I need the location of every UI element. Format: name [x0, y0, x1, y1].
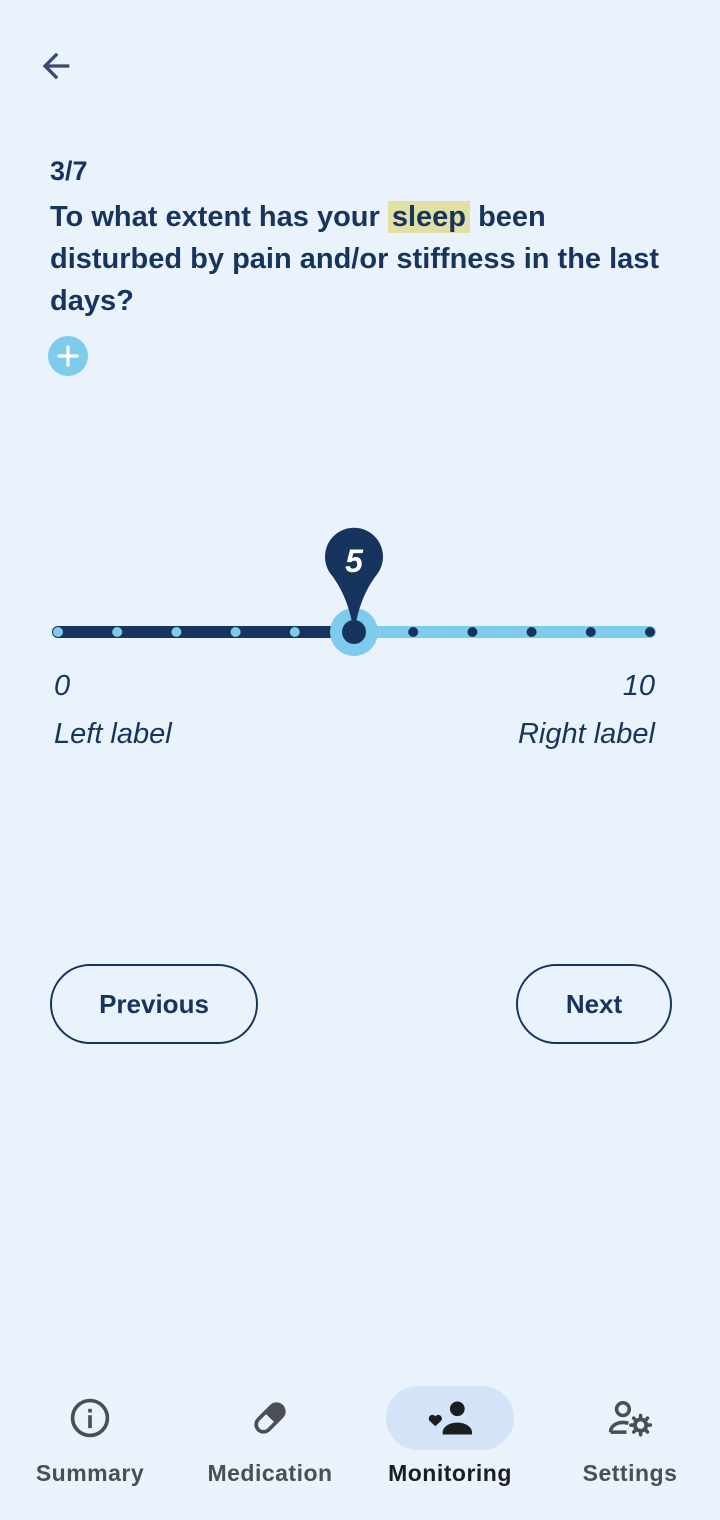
question-text: To what extent has your sleep been distu… [50, 196, 670, 322]
previous-button[interactable]: Previous [50, 964, 258, 1044]
slider-left-label: Left label [54, 718, 172, 750]
slider-step-dot [645, 627, 655, 637]
question-progress: 3/7 [50, 156, 88, 186]
arrow-left-icon [42, 52, 70, 80]
info-circle-icon [70, 1398, 110, 1438]
slider-right-label: Right label [517, 718, 655, 750]
nav-label: Medication [207, 1460, 333, 1486]
slider-max-label: 10 [622, 670, 655, 702]
slider-step-dot [408, 627, 419, 637]
slider-step-dot [112, 627, 123, 637]
add-button[interactable] [48, 336, 88, 376]
slider-step-dot [526, 627, 537, 637]
next-button[interactable]: Next [516, 964, 672, 1044]
pain-slider[interactable]: 5 0 10 Left label Right label [0, 520, 720, 750]
nav-label: Summary [35, 1460, 145, 1486]
pill-icon [254, 1402, 286, 1434]
slider-value-label: 5 [345, 543, 364, 579]
slider-thumb [342, 620, 366, 644]
nav-item-settings[interactable]: Settings [540, 1386, 720, 1506]
slider-step-dot [230, 627, 241, 637]
nav-item-medication[interactable]: Medication [180, 1386, 360, 1506]
back-button[interactable] [30, 40, 82, 92]
person-gear-icon [608, 1401, 653, 1437]
nav-icon-container [386, 1386, 514, 1450]
plus-icon [57, 345, 79, 367]
nav-icon-container [206, 1386, 334, 1450]
bottom-navigation: Summary Medication Monitoring Settings [0, 1370, 720, 1520]
slider-step-dot [467, 627, 478, 637]
heart-person-icon [428, 1401, 472, 1435]
slider-step-dot [171, 627, 182, 637]
slider-track[interactable]: 5 [0, 520, 720, 670]
question-text-before: To what extent has your [50, 201, 388, 233]
nav-icon-container [26, 1386, 154, 1450]
slider-step-dot [585, 627, 596, 637]
slider-step-dot [53, 627, 63, 637]
nav-item-summary[interactable]: Summary [0, 1386, 180, 1506]
question-highlight: sleep [387, 201, 471, 233]
nav-item-monitoring[interactable]: Monitoring [360, 1386, 540, 1506]
nav-label: Settings [582, 1460, 678, 1486]
slider-min-label: 0 [54, 670, 71, 702]
nav-icon-container [566, 1386, 694, 1450]
slider-step-dot [289, 627, 300, 637]
nav-label: Monitoring [388, 1460, 512, 1486]
